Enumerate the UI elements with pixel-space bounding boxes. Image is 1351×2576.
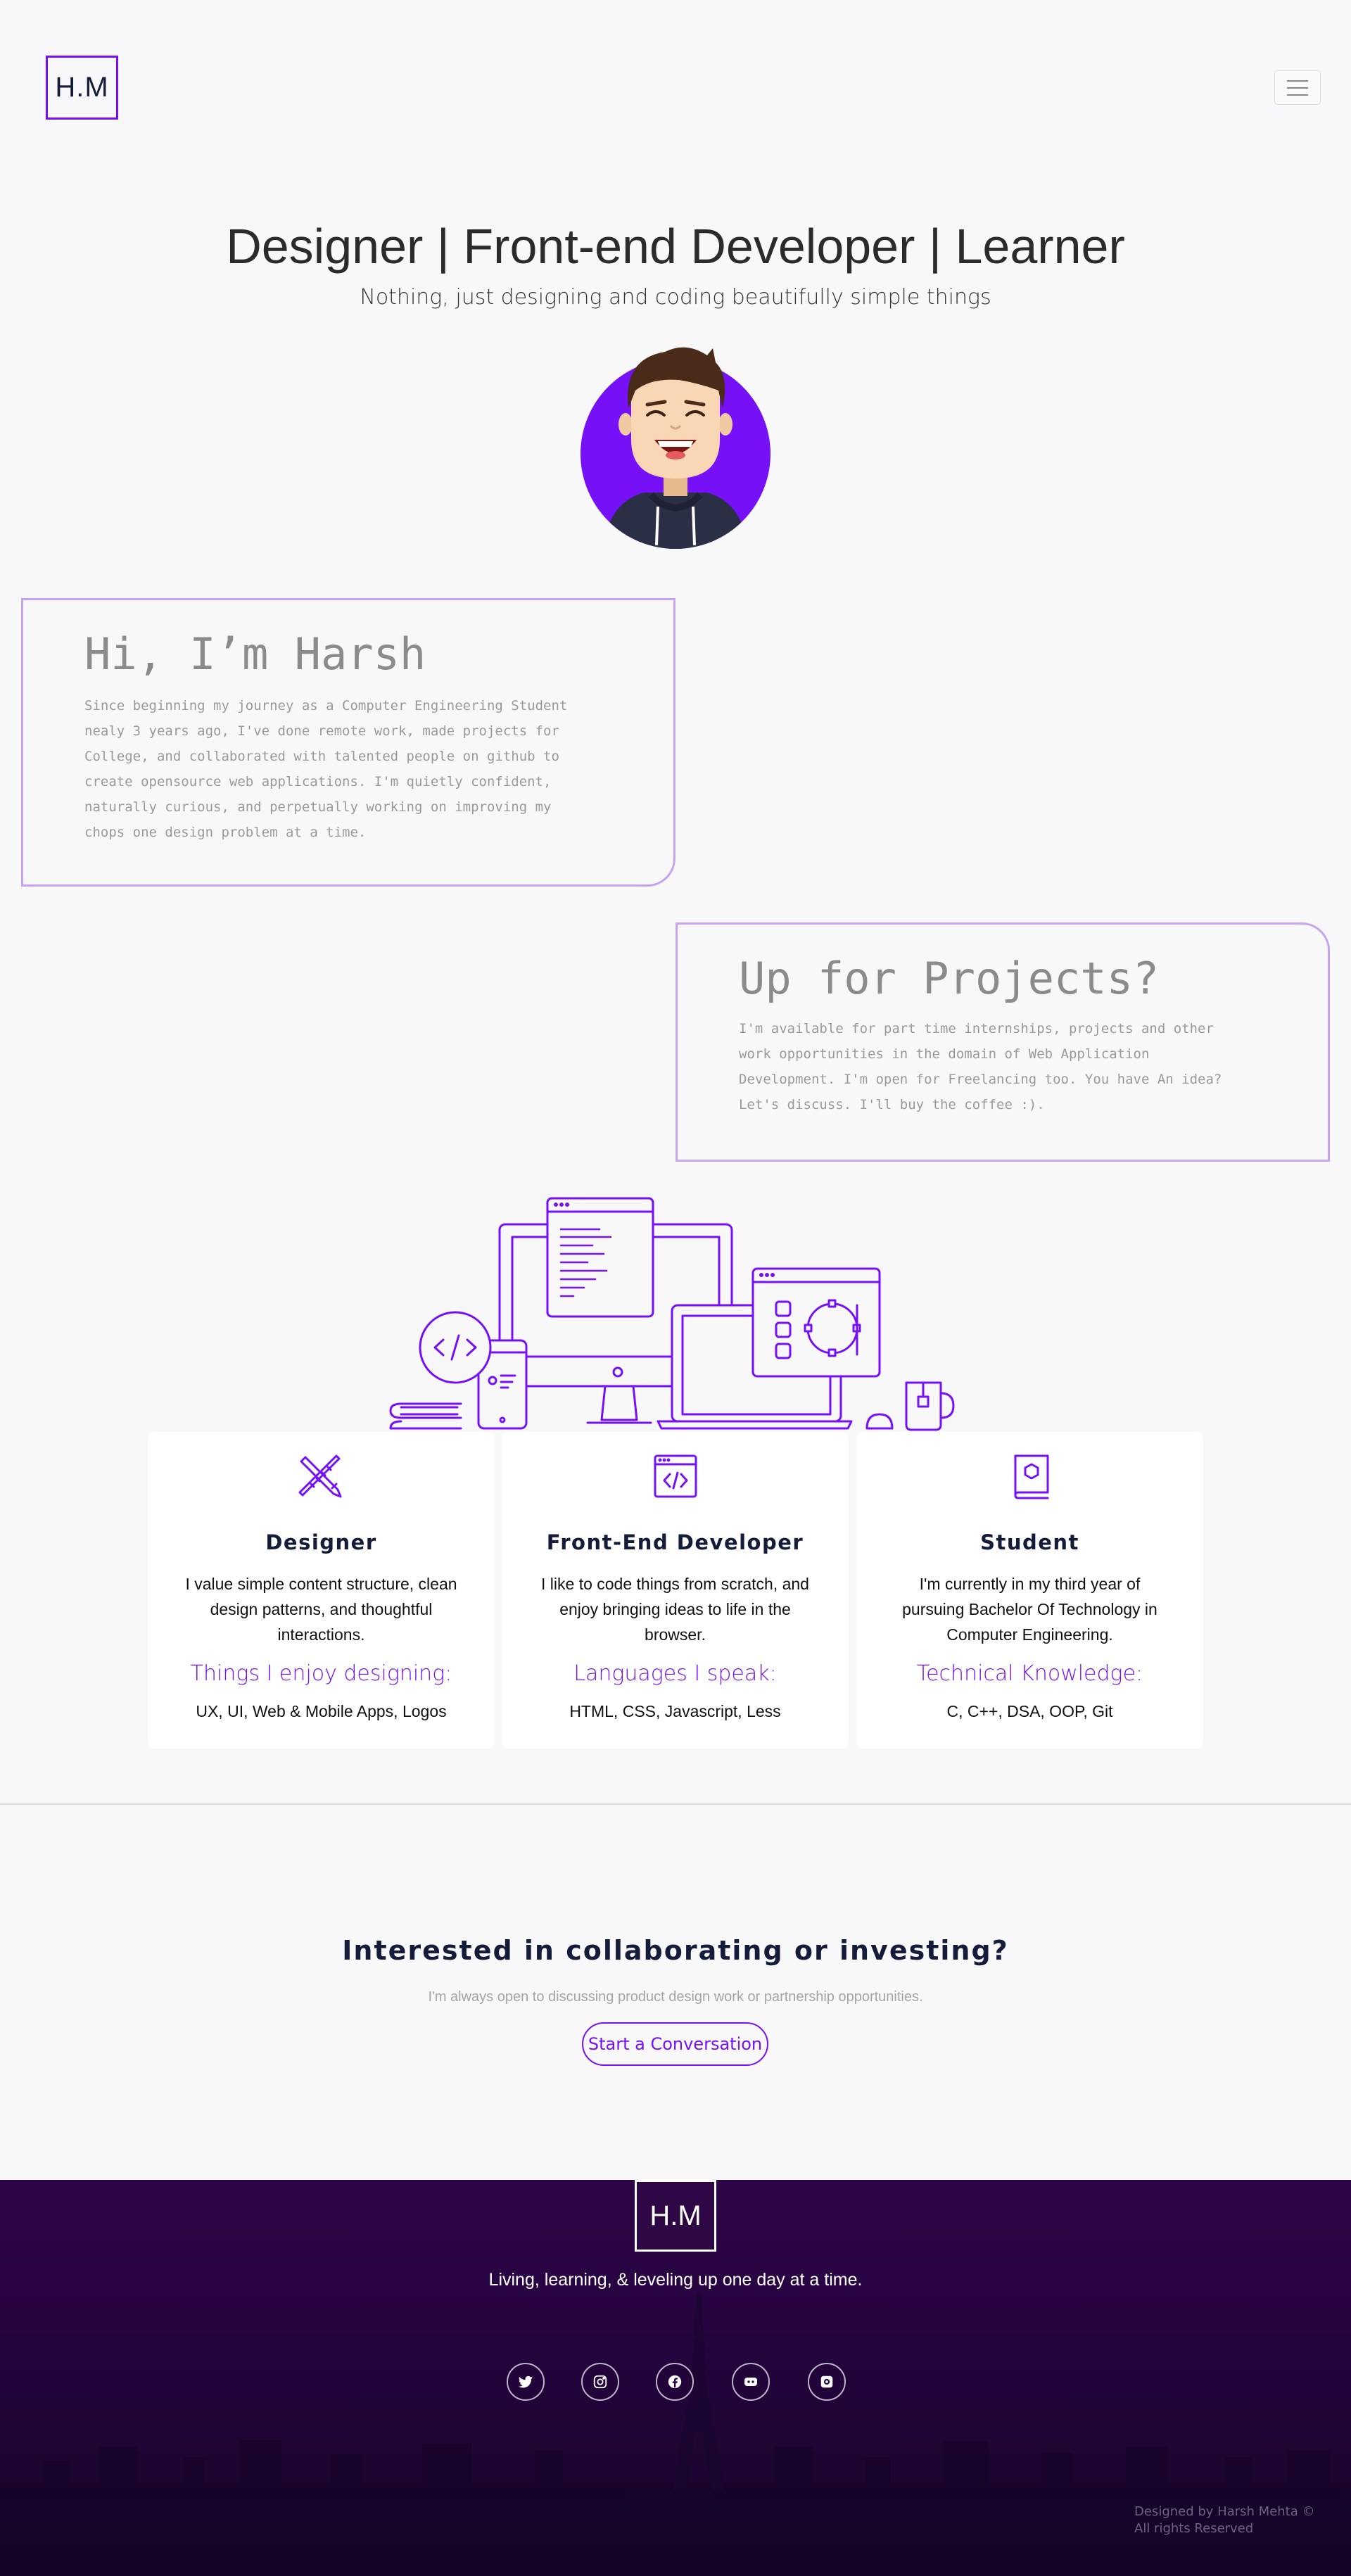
- about-line: naturally curious, and perpetually worki…: [84, 799, 552, 815]
- skill-description: I value simple content structure, clean …: [185, 1575, 457, 1644]
- github-icon: [820, 2375, 833, 2388]
- skill-title: Front-End Developer: [546, 1530, 804, 1554]
- skill-list: HTML, CSS, Javascript, Less: [569, 1702, 781, 1720]
- skill-subheading: Things I enjoy designing:: [190, 1661, 452, 1686]
- site-header: H.M: [0, 0, 1351, 176]
- github-link[interactable]: [808, 2363, 846, 2401]
- about-line: nealy 3 years ago, I've done remote work…: [84, 723, 559, 739]
- skill-description: I like to code things from scratch, and …: [541, 1575, 809, 1644]
- twitter-icon: [518, 2375, 533, 2388]
- skill-list: UX, UI, Web & Mobile Apps, Logos: [196, 1702, 447, 1720]
- instagram-link[interactable]: [581, 2363, 619, 2401]
- site-footer: H.M Living, learning, & leveling up one …: [0, 2180, 1351, 2576]
- about-text: Since beginning my journey as a Computer…: [84, 693, 567, 845]
- projects-card: Up for Projects? I'm available for part …: [676, 922, 1330, 1162]
- projects-line: work opportunities in the domain of Web …: [739, 1046, 1150, 1062]
- skill-description: I'm currently in my third year of pursui…: [902, 1575, 1157, 1644]
- about-line: create opensource web applications. I'm …: [84, 774, 552, 789]
- copyright-line: Designed by Harsh Mehta ©: [1134, 2504, 1315, 2519]
- about-line: Since beginning my journey as a Computer…: [84, 698, 568, 713]
- skill-title: Student: [980, 1530, 1079, 1554]
- cta-title: Interested in collaborating or investing…: [342, 1935, 1009, 1966]
- projects-title: Up for Projects?: [739, 953, 1160, 1004]
- projects-line: I'm available for part time internships,…: [739, 1021, 1214, 1036]
- book-icon: [1014, 1454, 1048, 1499]
- about-card: Hi, I’m Harsh Since beginning my journey…: [21, 598, 676, 887]
- facebook-link[interactable]: [656, 2363, 694, 2401]
- about-line: chops one design problem at a time.: [84, 825, 367, 840]
- hamburger-menu-icon: [1287, 94, 1308, 96]
- projects-line: Development. I'm open for Freelancing to…: [739, 1072, 1222, 1087]
- start-conversation-button[interactable]: Start a Conversation: [582, 2022, 768, 2066]
- projects-line: Let's discuss. I'll buy the coffee :).: [739, 1097, 1045, 1112]
- skills-section: Designer I value simple content structur…: [148, 1432, 1203, 1749]
- skill-subheading: Languages I speak:: [573, 1661, 777, 1686]
- footer-tagline: Living, learning, & leveling up one day …: [488, 2270, 863, 2290]
- instagram-icon: [593, 2375, 607, 2389]
- workspace-illustration: [389, 1197, 955, 1431]
- logo[interactable]: H.M: [46, 56, 118, 120]
- twitter-link[interactable]: [507, 2363, 545, 2401]
- skill-card-student: Student I'm currently in my third year o…: [856, 1432, 1203, 1749]
- pencil-ruler-icon: [298, 1454, 341, 1498]
- menu-button[interactable]: [1274, 70, 1321, 105]
- cta-text: I'm always open to discussing product de…: [428, 1989, 923, 2005]
- section-divider: [0, 1803, 1351, 1805]
- skill-list: C, C++, DSA, OOP, Git: [946, 1702, 1113, 1720]
- projects-text: I'm available for part time internships,…: [739, 1016, 1222, 1117]
- avatar-illustration: [581, 347, 770, 549]
- skill-subheading: Technical Knowledge:: [916, 1661, 1143, 1686]
- skill-card-frontend: Front-End Developer I like to code thing…: [502, 1432, 849, 1749]
- about-title: Hi, I’m Harsh: [84, 628, 426, 680]
- hero-subtitle: Nothing, just designing and coding beaut…: [360, 285, 991, 310]
- facebook-icon: [668, 2375, 682, 2389]
- skill-card-designer: Designer I value simple content structur…: [148, 1432, 495, 1749]
- discord-icon: [744, 2378, 757, 2386]
- hamburger-menu-icon: [1287, 87, 1308, 89]
- footer-logo[interactable]: H.M: [635, 2180, 716, 2252]
- copyright: Designed by Harsh Mehta © All rights Res…: [1134, 2504, 1331, 2537]
- hamburger-menu-icon: [1287, 80, 1308, 82]
- hero-title: Designer | Front-end Developer | Learner: [226, 219, 1125, 274]
- code-window-icon: [654, 1454, 697, 1498]
- copyright-line: All rights Reserved: [1134, 2521, 1254, 2536]
- discord-link[interactable]: [732, 2363, 770, 2401]
- skill-title: Designer: [265, 1530, 377, 1554]
- about-line: College, and collaborated with talented …: [84, 749, 559, 764]
